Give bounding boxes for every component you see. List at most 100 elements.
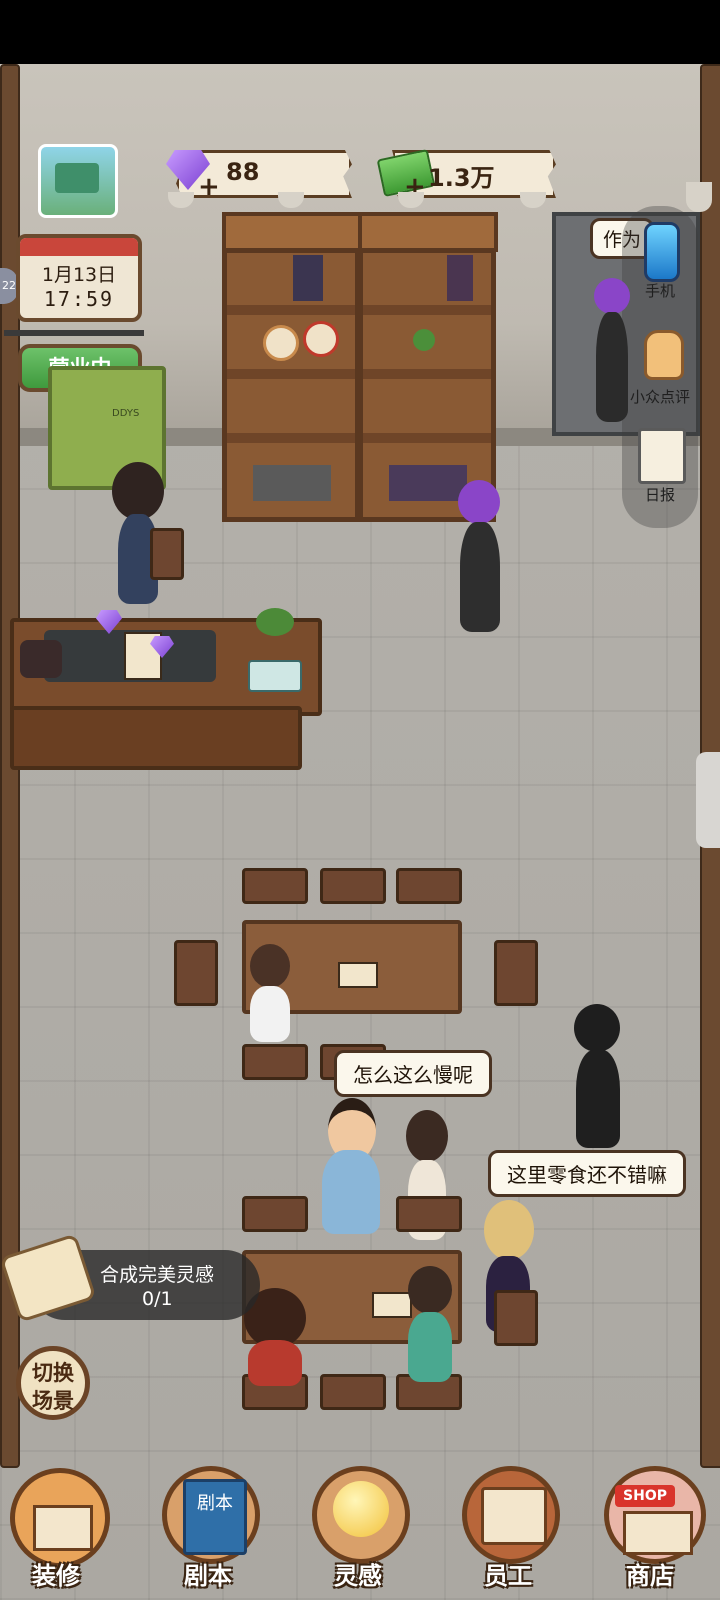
script-book-cover: 剧本 [183, 1479, 247, 1555]
character-head [406, 1110, 448, 1162]
stool [242, 1196, 308, 1232]
ceiling-lamp [686, 182, 712, 212]
stool [396, 1196, 462, 1232]
character-body [460, 522, 500, 632]
customer-purple-hair-walking[interactable] [452, 480, 508, 640]
customer-purple-hair[interactable] [590, 278, 634, 428]
switch-scene-button[interactable]: 切换 场景 [16, 1346, 90, 1420]
switch-scene-label-1: 切换 [32, 1361, 74, 1385]
character-body [596, 312, 628, 422]
chair [150, 528, 184, 580]
character-head [458, 480, 500, 524]
book-icon [293, 255, 323, 301]
character-head [594, 278, 630, 314]
script-book-icon[interactable] [338, 962, 378, 988]
nav-label: 装修 [32, 1562, 80, 1590]
script-book-icon: 剧本 [162, 1466, 260, 1564]
speech-bubble: 怎么这么慢呢 [334, 1050, 492, 1097]
nav-decorate[interactable]: 装修 [0, 1460, 120, 1600]
house-wall [33, 1505, 93, 1551]
seated-customer-green-shirt[interactable] [404, 1266, 456, 1392]
report-clipboard-icon [638, 428, 686, 484]
side-menu-label: 小众点评 [629, 388, 690, 406]
stool [494, 940, 538, 1006]
calendar-binding [20, 238, 138, 256]
shop-icon: SHOP [604, 1466, 706, 1564]
side-menu-reviews[interactable]: 小众点评 [624, 326, 696, 408]
shop-sign: SHOP [615, 1485, 675, 1507]
character-head [250, 944, 290, 988]
badge-card [481, 1487, 547, 1545]
bookshelf-top [358, 212, 498, 252]
shelf-board [227, 305, 355, 315]
desk-monitor-icon[interactable] [248, 660, 302, 692]
telephone-icon[interactable] [20, 640, 62, 678]
shelf-board [227, 433, 355, 443]
shelf-board [363, 433, 491, 443]
character-head [484, 1200, 534, 1260]
thumbs-up-icon [644, 330, 684, 380]
map-thumbnail-button[interactable] [38, 144, 118, 218]
character-body [250, 986, 290, 1042]
bookshelf-left[interactable] [222, 248, 360, 522]
character-head [112, 462, 164, 520]
house-icon [10, 1468, 110, 1568]
sign-hanger-rod [4, 330, 144, 336]
customer-black-cap[interactable] [568, 1004, 628, 1152]
task-progress: 0/1 [142, 1288, 173, 1310]
stool [494, 1290, 538, 1346]
calendar-date: 1月13日 [41, 264, 117, 286]
game-clock: 17:59 [43, 287, 115, 311]
side-menu-phone[interactable]: 手机 [630, 222, 690, 302]
seated-customer-back[interactable] [246, 944, 294, 1052]
side-menu-label: 日报 [644, 486, 675, 504]
speech-bubble: 这里零食还不错嘛 [488, 1150, 686, 1197]
nav-staff[interactable]: 员工 [448, 1460, 568, 1600]
book-stack-icon [253, 465, 331, 501]
character-head [408, 1266, 452, 1314]
stool [174, 940, 218, 1006]
character-body [576, 1050, 620, 1148]
character-body [322, 1150, 380, 1234]
gem-count: 88 [226, 158, 260, 186]
shelf-board [227, 369, 355, 379]
status-bar [0, 0, 720, 64]
add-gems-icon[interactable]: + [198, 172, 220, 202]
shelf-board [363, 305, 491, 315]
task-title: 合成完美灵感 [100, 1264, 215, 1286]
nav-label: 灵感 [334, 1562, 382, 1590]
stool [242, 868, 308, 904]
nav-shop[interactable]: SHOP 商店 [596, 1460, 716, 1600]
book-icon [447, 255, 473, 301]
nav-label: 剧本 [184, 1562, 232, 1590]
lightbulb-glass [333, 1481, 389, 1537]
bookshelf-top [222, 212, 362, 252]
nav-inspiration[interactable]: 灵感 [298, 1460, 418, 1600]
phone-icon [644, 222, 680, 282]
building-icon [55, 163, 99, 193]
decor-plate-icon [303, 321, 339, 357]
nav-script[interactable]: 剧本 剧本 [148, 1460, 268, 1600]
cabinet-label: DDYS [112, 408, 140, 419]
staff-badge-icon [462, 1466, 560, 1564]
shelf-board [363, 369, 491, 379]
reception-desk-front [10, 706, 302, 770]
character-body [408, 1312, 452, 1382]
calendar-widget[interactable]: 1月13日 17:59 [16, 234, 142, 322]
stool [320, 1374, 386, 1410]
customer-mustache-man[interactable] [320, 1098, 382, 1240]
edge-drawer-handle[interactable] [696, 752, 720, 848]
side-menu-label: 手机 [644, 282, 675, 300]
nav-label: 员工 [484, 1562, 532, 1590]
character-head [574, 1004, 620, 1052]
switch-scene-label-2: 场景 [32, 1389, 74, 1413]
side-menu-report[interactable]: 日报 [630, 428, 690, 508]
stool [396, 868, 462, 904]
shop-front [623, 1511, 693, 1555]
nav-label: 商店 [626, 1562, 674, 1590]
cash-count: 1.3万 [428, 164, 495, 192]
decor-plate-icon [263, 325, 299, 361]
potted-plant-icon [256, 608, 294, 636]
lightbulb-icon [312, 1466, 410, 1564]
stool [320, 868, 386, 904]
